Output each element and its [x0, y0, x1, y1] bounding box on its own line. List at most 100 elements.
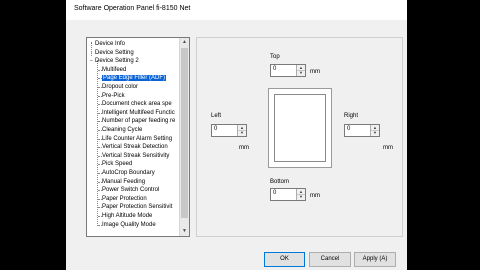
- tree-item-label: Life Counter Alarm Setting: [102, 135, 173, 142]
- dialog-window: Software Operation Panel fi-8150 Net · De…: [66, 0, 407, 270]
- tree-connector: [98, 112, 102, 114]
- scroll-up-icon[interactable]: ▲: [181, 38, 188, 46]
- tree-connector: [98, 147, 102, 149]
- tree-item[interactable]: Pre-Pick: [98, 92, 125, 100]
- tree-item[interactable]: Paper Protection Sensitivit: [98, 204, 173, 211]
- tree-connector: [98, 78, 102, 80]
- left-label: Left: [211, 113, 222, 119]
- scroll-thumb[interactable]: [181, 48, 188, 218]
- tree-item-label: Power Switch Control: [102, 187, 160, 194]
- tree-connector: [98, 104, 102, 106]
- bottom-value: 0: [273, 190, 277, 196]
- tree-connector: [98, 138, 102, 140]
- tree-connector: [98, 173, 102, 174]
- tree-item-label: Vertical Streak Sensitivity: [102, 152, 170, 159]
- spin-down-icon[interactable]: ▼: [238, 130, 246, 135]
- tree-connector: [98, 216, 102, 217]
- tree-item[interactable]: AutoCrop Boundary: [98, 170, 155, 177]
- tree-item-label: High Altitude Mode: [102, 213, 153, 219]
- tree-item[interactable]: · Device Setting: [89, 50, 134, 57]
- tree-item-label: Device Setting: [95, 49, 134, 56]
- tree-item-label: Device Setting 2: [95, 58, 139, 65]
- tree-connector: [98, 224, 102, 226]
- tree-item-label: Pre-Pick: [102, 92, 125, 99]
- tree-item[interactable]: Paper Protection: [98, 195, 147, 203]
- tree-item[interactable]: Manual Feeding: [98, 178, 146, 186]
- tree-item[interactable]: Pick Speed: [98, 161, 133, 168]
- tree-item-label: AutoCrop Boundary: [102, 170, 155, 176]
- tree-item-label: Paper Protection Sensitivit: [102, 204, 173, 211]
- tree-connector: [98, 130, 102, 131]
- tree-connector: [98, 155, 102, 157]
- tree-connector: [98, 207, 102, 209]
- right-black-border: [407, 0, 480, 270]
- spin-down-icon[interactable]: ▼: [297, 194, 305, 199]
- collapse-icon[interactable]: −: [89, 58, 94, 65]
- tree-item[interactable]: − Device Setting 2: [89, 58, 139, 65]
- tree-item[interactable]: Vertical Streak Detection: [98, 144, 168, 151]
- tree-scrollbar[interactable]: ▲ ▼: [179, 38, 189, 236]
- spin-down-icon[interactable]: ▼: [371, 130, 379, 135]
- tree-item-label: Intelligent Multifeed Functic: [102, 109, 175, 116]
- tree-item[interactable]: · Device Info: [89, 41, 125, 48]
- tree-connector: [97, 60, 98, 226]
- tree-branch-icon: ·: [90, 49, 93, 56]
- tree-item[interactable]: Vertical Streak Sensitivity: [98, 152, 170, 160]
- tree-connector: [98, 198, 102, 200]
- left-spinner[interactable]: 0 ▲ ▼: [211, 124, 247, 137]
- scroll-down-icon[interactable]: ▼: [181, 227, 188, 235]
- tree-item-label: Vertical Streak Detection: [102, 144, 168, 151]
- tree-item-label: Dropout color: [102, 84, 139, 90]
- tree-item[interactable]: Image Quality Mode: [98, 221, 156, 229]
- top-unit: mm: [310, 69, 320, 75]
- top-label: Top: [270, 54, 280, 60]
- tree-connector: [98, 95, 102, 97]
- window-title: Software Operation Panel fi-8150 Net: [74, 5, 191, 12]
- tree-branch-icon: ·: [90, 41, 93, 47]
- cancel-button[interactable]: Cancel: [309, 252, 351, 267]
- tree-item[interactable]: Number of paper feeding re: [98, 118, 175, 125]
- bottom-label: Bottom: [270, 179, 290, 185]
- tree-item-label: Multifeed: [102, 66, 127, 73]
- tree-connector: [98, 69, 102, 71]
- top-value: 0: [273, 66, 277, 72]
- left-value: 0: [214, 126, 218, 132]
- page-preview: [268, 88, 332, 168]
- tree-item-label: Pick Speed: [102, 161, 133, 168]
- tree-connector: [98, 181, 102, 183]
- tree-connector: [98, 121, 102, 123]
- tree-item[interactable]: Intelligent Multifeed Functic: [98, 109, 175, 117]
- right-label: Right: [344, 113, 359, 119]
- tree-item-label: Image Quality Mode: [102, 221, 156, 228]
- tree-connector: [98, 87, 102, 88]
- bottom-unit: mm: [310, 193, 320, 199]
- right-unit: mm: [383, 145, 393, 151]
- tree-item[interactable]: Cleaning Cycle: [98, 127, 143, 134]
- settings-tree[interactable]: · Device Info · Device Setting − Device Setti…: [86, 37, 190, 237]
- right-value: 0: [347, 126, 351, 132]
- tree-item[interactable]: High Altitude Mode: [98, 213, 153, 220]
- tree-item[interactable]: Life Counter Alarm Setting: [98, 135, 173, 143]
- bottom-spinner[interactable]: 0 ▲ ▼: [270, 188, 306, 201]
- tree-item[interactable]: Document check area spe: [98, 101, 172, 108]
- tree-item[interactable]: Multifeed: [98, 66, 127, 74]
- left-unit: mm: [239, 145, 249, 151]
- right-spinner[interactable]: 0 ▲ ▼: [344, 124, 380, 137]
- ok-button[interactable]: OK: [264, 252, 305, 267]
- tree-item-label: Device Info: [95, 41, 126, 47]
- title-bar: Software Operation Panel fi-8150 Net: [66, 0, 407, 20]
- tree-item[interactable]: Dropout color: [98, 84, 139, 91]
- tree-item[interactable]: Power Switch Control: [98, 187, 160, 194]
- tree-item[interactable]: Page Edge Filler (ADF): [98, 75, 167, 82]
- left-black-border: [0, 0, 66, 270]
- tree-item-label: Page Edge Filler (ADF): [102, 75, 167, 82]
- tree-item-label: Paper Protection: [102, 195, 147, 202]
- apply-button[interactable]: Apply (A): [354, 252, 396, 267]
- tree-item-label: Cleaning Cycle: [102, 127, 143, 133]
- top-spinner[interactable]: 0 ▲ ▼: [270, 64, 306, 77]
- page-edge-area: [274, 94, 326, 162]
- tree-connector: [98, 164, 102, 166]
- tree-item-label: Manual Feeding: [102, 178, 146, 185]
- spin-down-icon[interactable]: ▼: [297, 70, 305, 75]
- tree-connector: [98, 190, 102, 192]
